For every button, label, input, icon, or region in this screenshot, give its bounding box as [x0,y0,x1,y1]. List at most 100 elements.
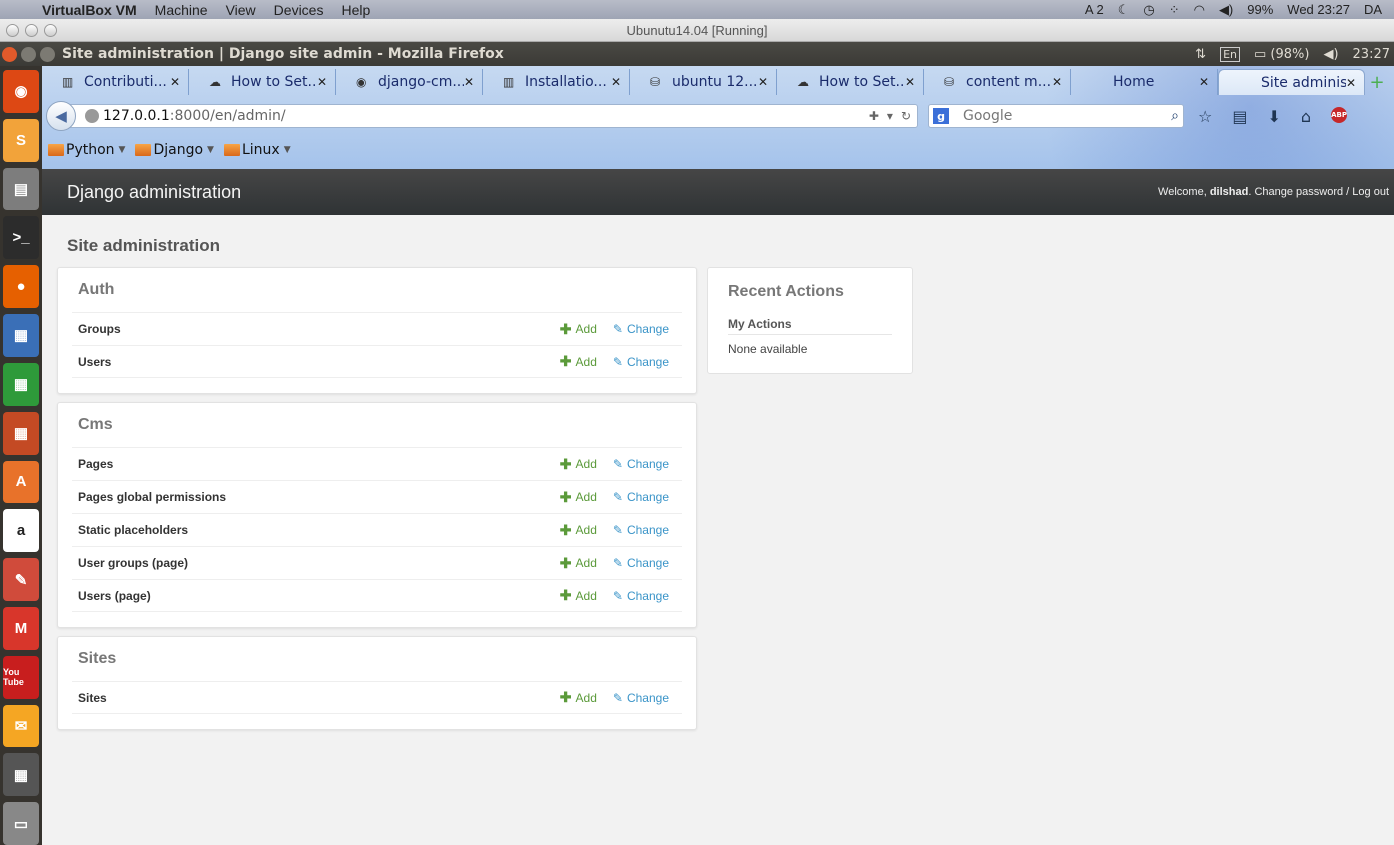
files-icon[interactable]: ▤ [3,167,39,211]
minimize-icon[interactable] [21,46,36,62]
google-plus-icon[interactable]: ✚ [869,109,879,123]
close-tab-icon[interactable]: ✕ [464,75,474,89]
wifi-icon[interactable]: ◠ [1194,2,1205,18]
browser-tab[interactable]: Site administr...✕ [1218,69,1365,95]
impress-icon[interactable]: ▦ [3,411,39,455]
sublime-icon[interactable]: S [3,118,39,162]
model-link[interactable]: Sites [78,691,560,705]
close-window-button[interactable] [6,24,19,37]
software-center-icon[interactable]: A [3,460,39,504]
dropdown-icon[interactable]: ▾ [887,109,893,123]
model-link[interactable]: Pages global permissions [78,490,560,504]
battery-indicator[interactable]: ▭ (98%) [1254,47,1309,62]
add-link[interactable]: ✚ Add [560,456,597,473]
menu-machine[interactable]: Machine [155,2,208,18]
workspaces-icon[interactable]: ▦ [3,753,39,797]
add-link[interactable]: ✚ Add [560,587,597,604]
bookmark-folder-django[interactable]: Django ▼ [135,142,214,158]
browser-tab[interactable]: Home ✕ [1071,69,1218,95]
url-bar[interactable]: 127.0.0.1:8000/en/admin/ ✚ ▾ ↻ [66,104,918,128]
adblock-icon[interactable]: ABP [1331,106,1348,123]
close-tab-icon[interactable]: ✕ [611,75,621,89]
firefox-icon[interactable]: ● [3,265,39,309]
browser-tab[interactable]: ☁ How to Set... ✕ [777,69,924,95]
menu-app[interactable]: VirtualBox VM [42,2,137,18]
change-link[interactable]: ✎ Change [613,457,669,471]
browser-tab[interactable]: ⛁ ubuntu 12.... ✕ [630,69,777,95]
reload-icon[interactable]: ↻ [901,109,911,123]
terminal-icon[interactable]: >_ [3,216,39,260]
close-tab-icon[interactable]: ✕ [758,75,768,89]
settings-icon[interactable]: ✎ [3,558,39,601]
drive-icon[interactable]: ▭ [3,802,39,845]
close-tab-icon[interactable]: ✕ [905,75,915,89]
module-caption[interactable]: Auth [58,268,696,312]
close-icon[interactable] [2,46,17,62]
spaces-indicator[interactable]: A 2 [1085,2,1104,17]
model-link[interactable]: Users (page) [78,589,560,603]
bookmark-star-icon[interactable]: ☆ [1198,107,1212,126]
logout-link[interactable]: Log out [1352,186,1389,198]
add-link[interactable]: ✚ Add [560,321,597,338]
new-tab-button[interactable]: + [1365,69,1389,95]
search-icon[interactable]: ⌕ [1171,108,1179,124]
bookmark-folder-python[interactable]: Python ▼ [48,142,125,158]
add-link[interactable]: ✚ Add [560,522,597,539]
google-icon[interactable]: g [933,108,949,124]
amazon-icon[interactable]: a [3,509,39,553]
site-identity-icon[interactable] [85,109,99,123]
model-link[interactable]: Static placeholders [78,523,560,537]
menu-help[interactable]: Help [341,2,370,18]
mail-icon[interactable]: ✉ [3,704,39,748]
change-password-link[interactable]: Change password [1254,186,1343,198]
module-caption[interactable]: Cms [58,403,696,447]
mac-battery[interactable]: 99% [1247,2,1273,17]
menu-view[interactable]: View [226,2,256,18]
bookmarks-menu-icon[interactable]: ▤ [1232,107,1247,126]
browser-tab[interactable]: ⛁ content m... ✕ [924,69,1071,95]
browser-tab[interactable]: ◉ django-cm... ✕ [336,69,483,95]
change-link[interactable]: ✎ Change [613,556,669,570]
maximize-icon[interactable] [40,46,55,62]
model-link[interactable]: Groups [78,322,560,336]
youtube-icon[interactable]: You Tube [3,655,39,699]
sound-icon[interactable]: ◀) [1323,47,1338,62]
change-link[interactable]: ✎ Change [613,490,669,504]
browser-tab[interactable]: ▥ Installatio... ✕ [483,69,630,95]
bookmark-folder-linux[interactable]: Linux ▼ [223,142,291,158]
change-link[interactable]: ✎ Change [613,589,669,603]
network-icon[interactable]: ⇅ [1195,47,1206,62]
gmail-icon[interactable]: M [3,606,39,650]
model-link[interactable]: User groups (page) [78,556,560,570]
writer-icon[interactable]: ▦ [3,314,39,357]
change-link[interactable]: ✎ Change [613,691,669,705]
close-tab-icon[interactable]: ✕ [1052,75,1062,89]
calc-icon[interactable]: ▦ [3,362,39,406]
zoom-window-button[interactable] [44,24,57,37]
change-link[interactable]: ✎ Change [613,355,669,369]
module-caption[interactable]: Sites [58,637,696,681]
dots-icon[interactable]: ⁘ [1169,2,1180,18]
search-input[interactable]: Google [963,108,1171,124]
home-icon[interactable]: ⌂ [1301,107,1311,126]
back-button[interactable]: ◀ [46,101,76,131]
volume-icon[interactable]: ◀) [1219,2,1233,18]
browser-tab[interactable]: ▥ Contributi... ✕ [42,69,189,95]
ubuntu-icon[interactable]: ◉ [3,70,39,113]
add-link[interactable]: ✚ Add [560,555,597,572]
browser-tab[interactable]: ☁ How to Set... ✕ [189,69,336,95]
change-link[interactable]: ✎ Change [613,322,669,336]
close-tab-icon[interactable]: ✕ [317,75,327,89]
add-link[interactable]: ✚ Add [560,489,597,506]
site-branding[interactable]: Django administration [67,182,241,203]
change-link[interactable]: ✎ Change [613,523,669,537]
model-link[interactable]: Pages [78,457,560,471]
add-link[interactable]: ✚ Add [560,689,597,706]
add-link[interactable]: ✚ Add [560,353,597,370]
clock-icon[interactable]: ◷ [1143,2,1154,18]
mac-clock[interactable]: Wed 23:27 [1287,2,1350,17]
close-tab-icon[interactable]: ✕ [1346,76,1356,90]
mac-user[interactable]: DA [1364,2,1382,17]
close-tab-icon[interactable]: ✕ [1199,75,1209,89]
menu-devices[interactable]: Devices [274,2,324,18]
